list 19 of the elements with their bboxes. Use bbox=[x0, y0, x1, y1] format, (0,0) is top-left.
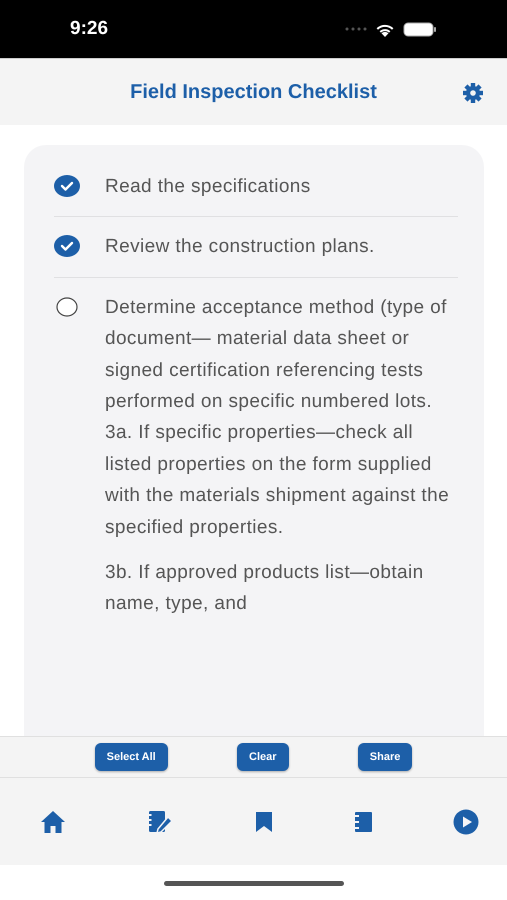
notebook-icon[interactable] bbox=[352, 810, 373, 832]
checklist-item-text: 3b. If approved products list—obtain name, type, and bbox=[105, 561, 425, 616]
action-button[interactable]: Clear bbox=[237, 743, 289, 771]
checklist-item-text: Review the construction plans. bbox=[105, 235, 375, 260]
play-icon[interactable] bbox=[453, 808, 479, 834]
checkbox[interactable] bbox=[54, 174, 80, 198]
checkbox[interactable] bbox=[54, 234, 80, 258]
battery-icon bbox=[403, 22, 437, 36]
screen-title: Field Inspection Checklist bbox=[130, 80, 377, 104]
settings-icon[interactable] bbox=[463, 83, 483, 103]
action-button[interactable]: Share bbox=[358, 743, 412, 771]
action-button[interactable]: Select All bbox=[94, 743, 168, 771]
home-icon[interactable] bbox=[40, 810, 66, 834]
bookmark-icon[interactable] bbox=[254, 810, 272, 832]
checklist-item-text: Read the specifications bbox=[105, 175, 311, 199]
checklist-item-text: Determine acceptance method (type of document— material data sheet or signed certification referencing tests performed on specific numbered lots. 3a. If specific properties—check all listed properties on the form supplied with the materials shipment against the specified properties. bbox=[105, 296, 450, 540]
checkbox[interactable] bbox=[54, 294, 80, 319]
status-time: 9:26 bbox=[70, 18, 108, 40]
signal-icon bbox=[345, 27, 367, 31]
